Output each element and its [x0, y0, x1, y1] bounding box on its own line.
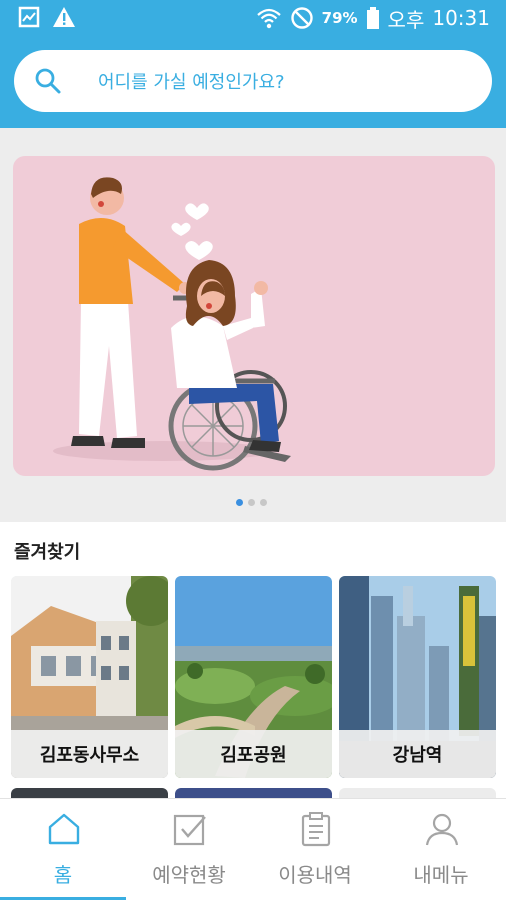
promo-banner[interactable] — [13, 156, 495, 476]
warning-icon — [53, 7, 75, 27]
app-header: 79% 오후 10:31 어디를 가실 예정인가요? — [0, 0, 506, 128]
tab-my-menu[interactable]: 내메뉴 — [378, 799, 504, 900]
checkbox-icon — [173, 814, 206, 846]
bottom-tab-bar: 홈 예약현황 이용내역 내메뉴 — [0, 798, 506, 900]
tab-reservations[interactable]: 예약현황 — [126, 799, 252, 900]
tab-home[interactable]: 홈 — [0, 799, 126, 900]
clipboard-icon — [301, 812, 331, 847]
wifi-icon — [256, 8, 281, 29]
favorite-label: 강남역 — [339, 730, 496, 778]
home-icon — [48, 813, 80, 845]
page-dot[interactable] — [236, 499, 243, 506]
tab-label: 이용내역 — [278, 863, 352, 887]
favorite-card[interactable]: 김포동사무소 — [11, 576, 168, 778]
person-icon — [425, 813, 459, 846]
favorite-label: 김포동사무소 — [11, 730, 168, 778]
tab-label: 홈 — [53, 863, 73, 887]
search-bar[interactable]: 어디를 가실 예정인가요? — [14, 50, 492, 112]
banner-pagination[interactable] — [236, 499, 267, 506]
favorites-title: 즐겨찾기 — [14, 542, 81, 563]
tab-label: 예약현황 — [152, 863, 226, 887]
page-dot[interactable] — [248, 499, 255, 506]
gallery-icon — [18, 6, 40, 28]
search-icon[interactable] — [34, 67, 62, 95]
page-dot[interactable] — [260, 499, 267, 506]
status-bar: 79% 오후 10:31 — [0, 0, 506, 36]
clock-time: 10:31 — [432, 6, 490, 30]
battery-icon — [366, 7, 379, 29]
battery-percent: 79% — [321, 9, 358, 27]
favorite-card[interactable]: 강남역 — [339, 576, 496, 778]
tab-history[interactable]: 이용내역 — [252, 799, 378, 900]
clock-ampm: 오후 — [387, 7, 425, 32]
search-input[interactable]: 어디를 가실 예정인가요? — [98, 68, 285, 94]
wheelchair-illustration — [53, 177, 291, 471]
do-not-disturb-icon — [290, 7, 313, 29]
favorite-label: 김포공원 — [175, 730, 332, 778]
favorite-card[interactable]: 김포공원 — [175, 576, 332, 778]
tab-label: 내메뉴 — [413, 863, 469, 887]
